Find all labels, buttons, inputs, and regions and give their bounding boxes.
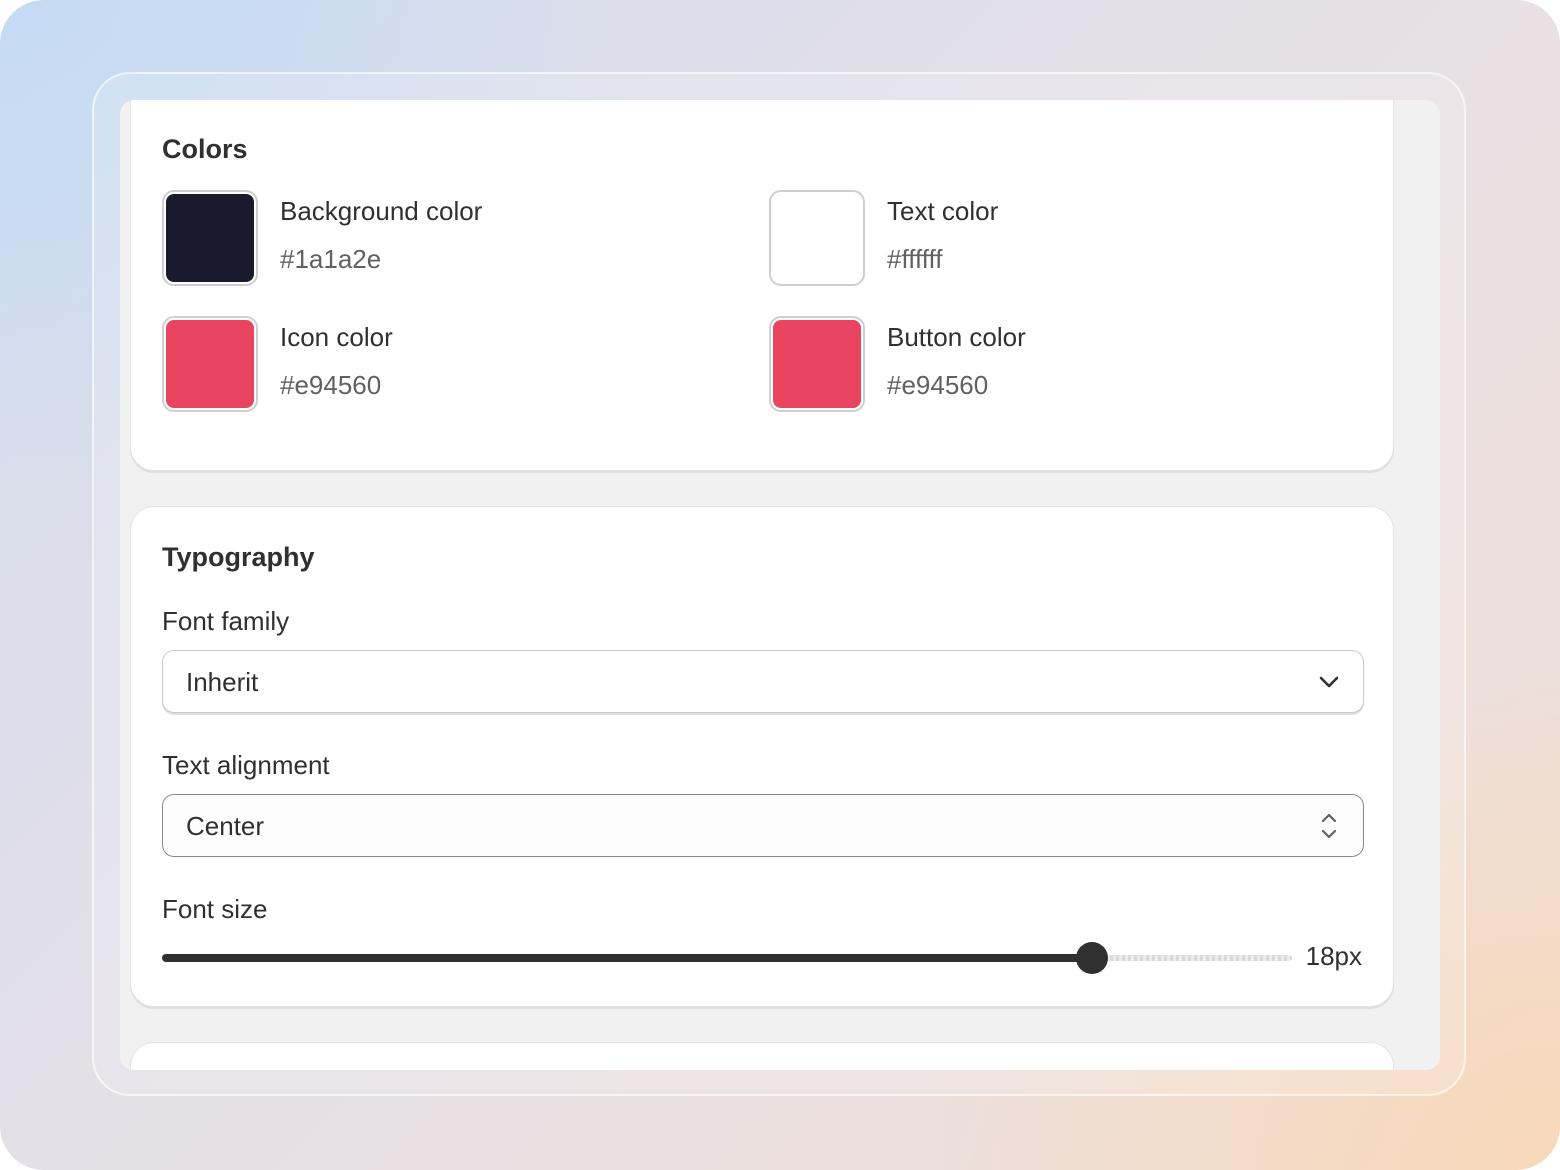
font-size-value: 18px [1305,941,1362,971]
next-settings-card [130,1042,1394,1070]
icon-color-swatch[interactable] [162,316,258,412]
text-alignment-select[interactable]: Center [162,794,1364,857]
colors-heading: Colors [162,134,248,164]
button-color-fill [773,320,861,408]
button-color-label: Button color [887,322,1026,352]
font-family-label: Font family [162,606,290,636]
icon-color-label: Icon color [280,322,393,352]
button-color-value: #e94560 [887,370,989,400]
font-size-slider-fill [162,954,1092,962]
text-color-value: #ffffff [887,244,943,274]
icon-color-value: #e94560 [280,370,382,400]
icon-color-picker[interactable]: Icon color #e94560 [162,316,722,416]
chevron-down-icon [1319,676,1339,688]
font-size-slider[interactable] [162,940,1292,976]
settings-panel[interactable]: Colors Background color #1a1a2e Text col… [120,100,1440,1070]
text-color-picker[interactable]: Text color #ffffff [769,190,1329,290]
background-color-fill [166,194,254,282]
background-color-swatch[interactable] [162,190,258,286]
font-family-value: Inherit [186,667,259,697]
text-color-fill [773,194,861,282]
typography-heading: Typography [162,542,315,572]
typography-card: Typography Font family Inherit Text alig… [130,506,1394,1007]
text-alignment-label: Text alignment [162,750,330,780]
background-color-label: Background color [280,196,483,226]
font-size-label: Font size [162,894,268,924]
font-family-select[interactable]: Inherit [162,650,1364,713]
button-color-picker[interactable]: Button color #e94560 [769,316,1329,416]
background-color-value: #1a1a2e [280,244,382,274]
chevron-up-down-icon [1321,813,1337,839]
text-color-label: Text color [887,196,999,226]
background-color-picker[interactable]: Background color #1a1a2e [162,190,722,290]
font-size-slider-thumb[interactable] [1076,942,1108,974]
colors-card: Colors Background color #1a1a2e Text col… [130,100,1394,471]
icon-color-fill [166,320,254,408]
text-alignment-value: Center [186,811,265,841]
text-color-swatch[interactable] [769,190,865,286]
button-color-swatch[interactable] [769,316,865,412]
